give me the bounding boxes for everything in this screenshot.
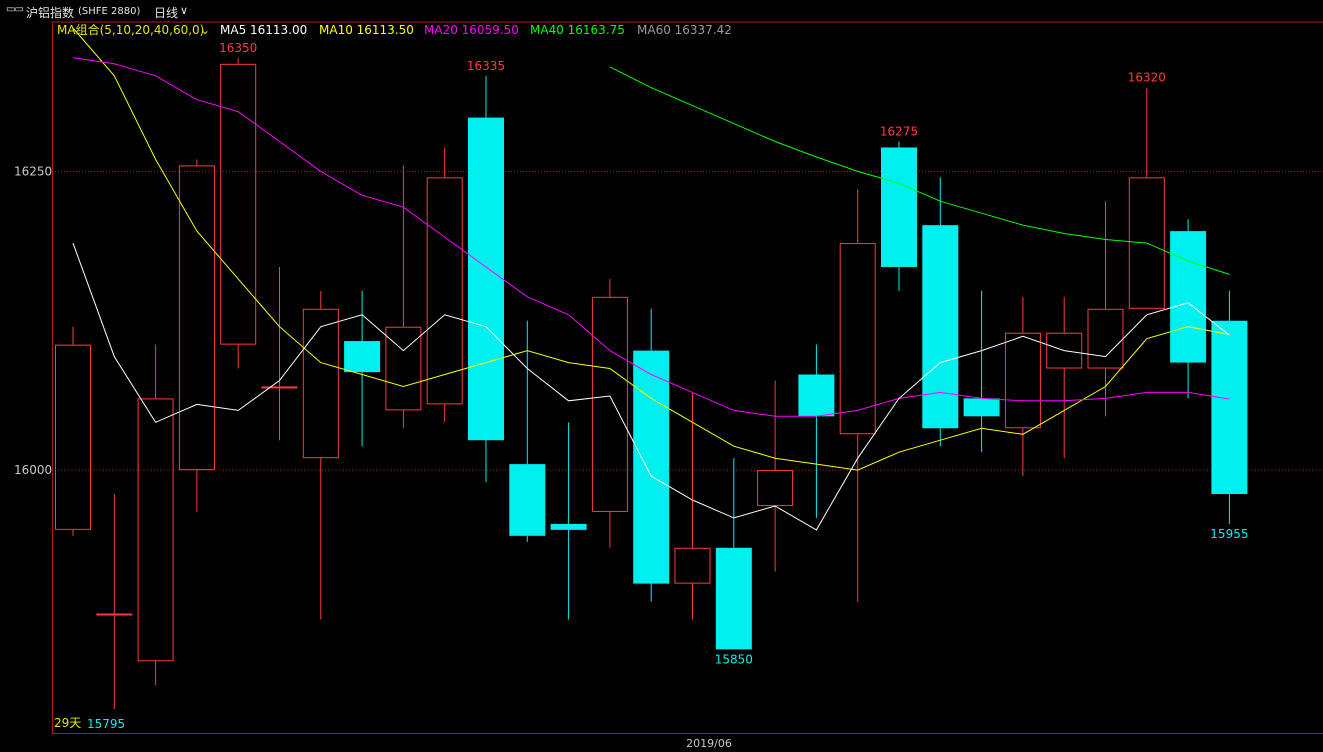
candle-body xyxy=(220,63,257,345)
candle-body xyxy=(1087,308,1124,369)
candle-19 xyxy=(839,189,876,602)
price-label-high: 16320 xyxy=(1128,71,1166,85)
candle-27 xyxy=(1170,219,1207,399)
candle-0 xyxy=(55,326,91,536)
y-tick-label: 16000 xyxy=(14,463,52,477)
price-label-low: 15850 xyxy=(715,652,753,666)
min-price-label: 15795 xyxy=(87,717,125,731)
candle-body xyxy=(426,177,463,405)
candles xyxy=(55,57,1248,710)
candle-24 xyxy=(1046,296,1083,459)
candle-15 xyxy=(674,392,711,620)
candle-body xyxy=(674,547,711,584)
candle-13 xyxy=(591,278,628,548)
candle-body xyxy=(55,344,91,530)
candle-body xyxy=(302,308,339,459)
legend-ma10: MA10 16113.50 xyxy=(319,23,414,37)
candle-17 xyxy=(757,380,794,572)
grid-lines xyxy=(52,170,1323,471)
candle-25 xyxy=(1087,201,1124,417)
candle-20 xyxy=(881,141,917,291)
ma40-line xyxy=(609,66,1230,275)
chevron-down-icon: ⌄ xyxy=(200,23,210,37)
ma-combo-label: MA组合(5,10,20,40,60,0) xyxy=(57,22,204,37)
y-axis: 16250 16000 xyxy=(14,164,52,477)
candle-7 xyxy=(344,290,381,447)
legend-ma60: MA60 16337.42 xyxy=(637,23,732,37)
candlestick-chart: 16250 16000 16350 16335 16275 16320 15850 1595… xyxy=(14,21,1323,750)
candle-body xyxy=(881,147,917,267)
candle-8 xyxy=(385,165,422,429)
legend-ma20: MA20 16059.50 xyxy=(424,23,519,37)
candle-21 xyxy=(922,177,959,447)
candle-18 xyxy=(798,344,835,518)
x-tick-label: 2019/06 xyxy=(686,737,732,750)
candle-23 xyxy=(1004,296,1041,477)
candle-body xyxy=(591,296,628,512)
candle-4 xyxy=(220,57,257,369)
candle-body xyxy=(550,523,587,530)
price-label-low: 15955 xyxy=(1210,527,1248,541)
candle-body xyxy=(798,374,835,417)
candle-1 xyxy=(96,494,133,710)
candle-body xyxy=(715,547,752,650)
candle-body xyxy=(922,225,959,429)
candle-body xyxy=(261,386,298,389)
price-label-high: 16350 xyxy=(219,41,257,55)
candle-body xyxy=(137,398,174,662)
candle-6 xyxy=(302,290,339,620)
ma-legend: MA组合(5,10,20,40,60,0)⌄ MA5 16113.00 MA10 1… xyxy=(57,22,732,37)
chart-frame xyxy=(52,21,1323,734)
price-label-high: 16335 xyxy=(467,59,505,73)
days-count-label: 29天 xyxy=(54,716,81,730)
candle-10 xyxy=(468,75,504,483)
candle-16 xyxy=(715,458,752,650)
candle-5 xyxy=(261,266,298,441)
candle-body xyxy=(1170,231,1207,363)
candle-body xyxy=(468,117,504,441)
price-label-high: 16275 xyxy=(880,124,918,138)
candle-body xyxy=(96,613,133,616)
candle-12 xyxy=(550,422,587,620)
candle-body xyxy=(839,243,876,435)
candle-body xyxy=(1004,332,1041,429)
candle-9 xyxy=(426,147,463,423)
y-tick-label: 16250 xyxy=(14,164,52,178)
candle-body xyxy=(963,398,1000,417)
candle-body xyxy=(1211,320,1248,495)
legend-ma5: MA5 16113.00 xyxy=(220,23,307,37)
candle-body xyxy=(178,165,215,471)
candle-14 xyxy=(633,308,670,602)
x-axis: 2019/06 xyxy=(686,737,732,750)
candle-body xyxy=(509,464,546,536)
legend-ma40: MA40 16163.75 xyxy=(530,23,625,37)
candle-3 xyxy=(178,159,215,512)
candle-2 xyxy=(137,344,174,686)
candle-body xyxy=(633,350,670,584)
candle-body xyxy=(757,470,794,506)
candle-26 xyxy=(1128,87,1165,309)
candle-body xyxy=(344,341,381,373)
